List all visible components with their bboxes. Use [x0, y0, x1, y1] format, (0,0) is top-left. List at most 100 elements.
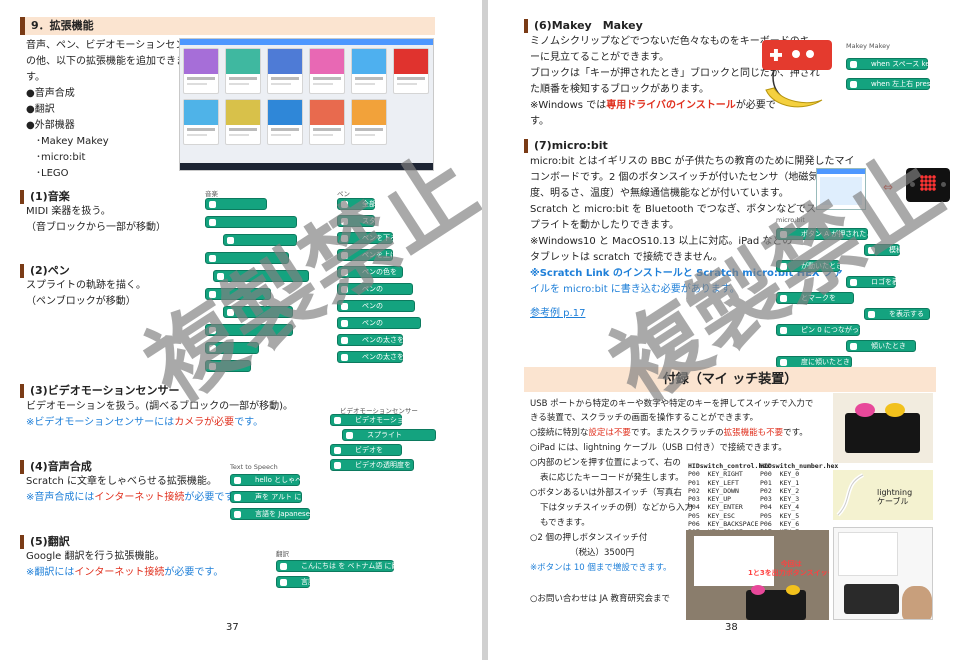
scratch-block[interactable]: が動いたとき	[776, 260, 843, 272]
block-label: 言語を Japanese にする	[255, 510, 334, 518]
scratch-block[interactable]: 全部消す	[337, 198, 390, 210]
extension-icon	[209, 345, 216, 352]
scratch-block[interactable]: ビデオモーション	[330, 414, 411, 426]
bidirectional-arrow-icon: ⇔	[883, 180, 894, 194]
scratch-block[interactable]: 模様を表示	[864, 244, 924, 256]
block-label: ペンを下ろす	[362, 234, 404, 242]
scratch-block[interactable]	[223, 306, 293, 318]
microbit-line-7: タブレットは scratch で接続できません。	[530, 252, 723, 263]
scratch-block[interactable]: 言語	[276, 576, 315, 588]
page-number-38: 38	[725, 622, 738, 633]
pen-note: （ペンブロックが移動）	[26, 296, 136, 307]
scratch-block[interactable]: を表示する	[864, 308, 930, 320]
makey-arrow-pad-icon	[770, 49, 782, 61]
scratch-block[interactable]: 声を アルト にする	[230, 491, 315, 503]
extension-icon	[780, 327, 787, 334]
microbit-link-note-2: イルを micro:bit に書き込む必要があります。	[530, 284, 740, 295]
appendix-title: 付録（マイ ッチ装置）	[662, 372, 798, 387]
video-note-c: です。	[234, 417, 264, 428]
tts-note-b: インターネット接続	[94, 492, 185, 503]
l3-a: ○接続に特別な	[530, 428, 589, 438]
photo-pink-button-icon	[751, 585, 765, 595]
extension-icon	[334, 462, 341, 469]
screenshot-titlebar	[180, 39, 433, 45]
key-row: P00 KEY_0	[760, 470, 800, 479]
scratch-block[interactable]: ペンの太さを	[337, 334, 404, 346]
block-label: ボタン A が押されたとき	[801, 230, 881, 238]
key-row: P05 KEY_5	[760, 511, 800, 520]
scratch-block[interactable]: スプライト	[342, 429, 436, 441]
scratch-block[interactable]: ペンを上げる	[337, 249, 404, 261]
scratch-block[interactable]: hello としゃべる	[230, 474, 309, 486]
tts-desc: Scratch に文章をしゃべらせる拡張機能。	[26, 476, 217, 487]
scratch-block[interactable]: ペンを下ろす	[337, 232, 404, 244]
scratch-block[interactable]	[205, 324, 293, 336]
scratch-block[interactable]: こんにちは を ベトナム語 に翻訳する	[276, 560, 419, 572]
extension-icon	[780, 359, 787, 366]
extension-icon	[341, 252, 348, 259]
translate-heading: (5)翻訳	[20, 535, 70, 549]
block-label: 声を アルト にする	[255, 493, 316, 501]
scratch-block[interactable]: when スペース key pressed	[846, 58, 964, 70]
ext-card-music	[183, 48, 219, 94]
scratch-block[interactable]	[205, 216, 297, 228]
microbit-line-5: プライトを動かしたりできます。	[530, 220, 679, 231]
lightning-label: lightning ケーブル	[877, 488, 913, 506]
scratch-block[interactable]: when 左上右 pressed in order	[846, 78, 971, 90]
extension-icon	[341, 201, 348, 208]
scratch-block[interactable]: ペンの	[337, 283, 413, 295]
key-row: P00 KEY_RIGHT	[688, 470, 743, 479]
scratch-block[interactable]: とマークを	[776, 292, 854, 304]
extension-icon	[209, 291, 216, 298]
scratch-block[interactable]	[205, 288, 271, 300]
scratch-block[interactable]	[213, 270, 309, 282]
appendix-price: （税込）3500円	[570, 548, 635, 558]
scratch-block[interactable]: ペンの	[337, 317, 421, 329]
extension-icon	[868, 247, 875, 254]
microbit-line-1: micro:bit とはイギリスの BBC が子供たちの教育のために開発したマイ	[530, 156, 855, 167]
block-label: 言語	[301, 578, 315, 586]
translate-note-b: インターネット接続	[74, 567, 165, 578]
scratch-block[interactable]: ピン 0 につながったとき	[776, 324, 880, 336]
extension-icon	[209, 201, 216, 208]
microbit-reference-link[interactable]: 参考例 p.17	[530, 306, 585, 322]
scratch-block[interactable]	[205, 342, 259, 354]
scratch-block[interactable]: ペンの太さを	[337, 351, 404, 363]
block-label: とマークを	[801, 294, 836, 302]
extension-icon	[341, 337, 348, 344]
extension-icon	[209, 255, 216, 262]
key-row: P02 KEY_DOWN	[688, 486, 739, 495]
scratch-block[interactable]	[205, 198, 267, 210]
switch-usage-photo: 今回は 1と3を出力ボタンスイッチ	[686, 530, 829, 620]
translate-desc: Google 翻訳を行う拡張機能。	[26, 551, 165, 562]
scratch-block[interactable]	[223, 234, 297, 246]
scratch-block[interactable]: ボタン A が押されたとき	[776, 228, 880, 240]
scratch-block[interactable]	[205, 360, 251, 372]
scratch-block[interactable]: ロゴを表示	[846, 276, 906, 288]
scratch-block[interactable]: ペンの色を	[337, 266, 403, 278]
scratch-block[interactable]: 言語を Japanese にする	[230, 508, 333, 520]
block-label: hello としゃべる	[255, 476, 310, 484]
block-label: ペンの色を	[362, 268, 397, 276]
touch-switch-photo	[833, 527, 933, 620]
scratch-block[interactable]: 傾いたとき	[846, 340, 916, 352]
scratch-block[interactable]: スタンプ	[337, 215, 390, 227]
music-heading: (1)音楽	[20, 190, 70, 204]
scratch-block[interactable]	[205, 252, 289, 264]
scratch-block[interactable]: ビデオを	[330, 444, 402, 456]
video-heading: (3)ビデオモーションセンサー	[20, 384, 180, 398]
l3-b: 設定は不要	[588, 428, 631, 438]
device-microbit: ･micro:bit	[36, 152, 86, 163]
scratch-block[interactable]: ビデオの透明度を	[330, 459, 414, 471]
makey-board-image	[762, 40, 832, 70]
scratch-block[interactable]: ペンの	[337, 300, 415, 312]
intro-line-2: の他、以下の拡張機能を追加できま	[26, 56, 186, 67]
block-label: を表示する	[889, 310, 924, 318]
makey-line-2: ーに見立てることができます。	[530, 52, 669, 63]
extension-icon	[341, 286, 348, 293]
microbit-stage-screenshot	[816, 168, 866, 210]
tts-note: ※音声合成にはインターネット接続が必要です。	[26, 490, 243, 506]
microbit-board-image	[906, 168, 950, 202]
extension-icon	[209, 327, 216, 334]
block-label: ペンの太さを	[362, 353, 404, 361]
